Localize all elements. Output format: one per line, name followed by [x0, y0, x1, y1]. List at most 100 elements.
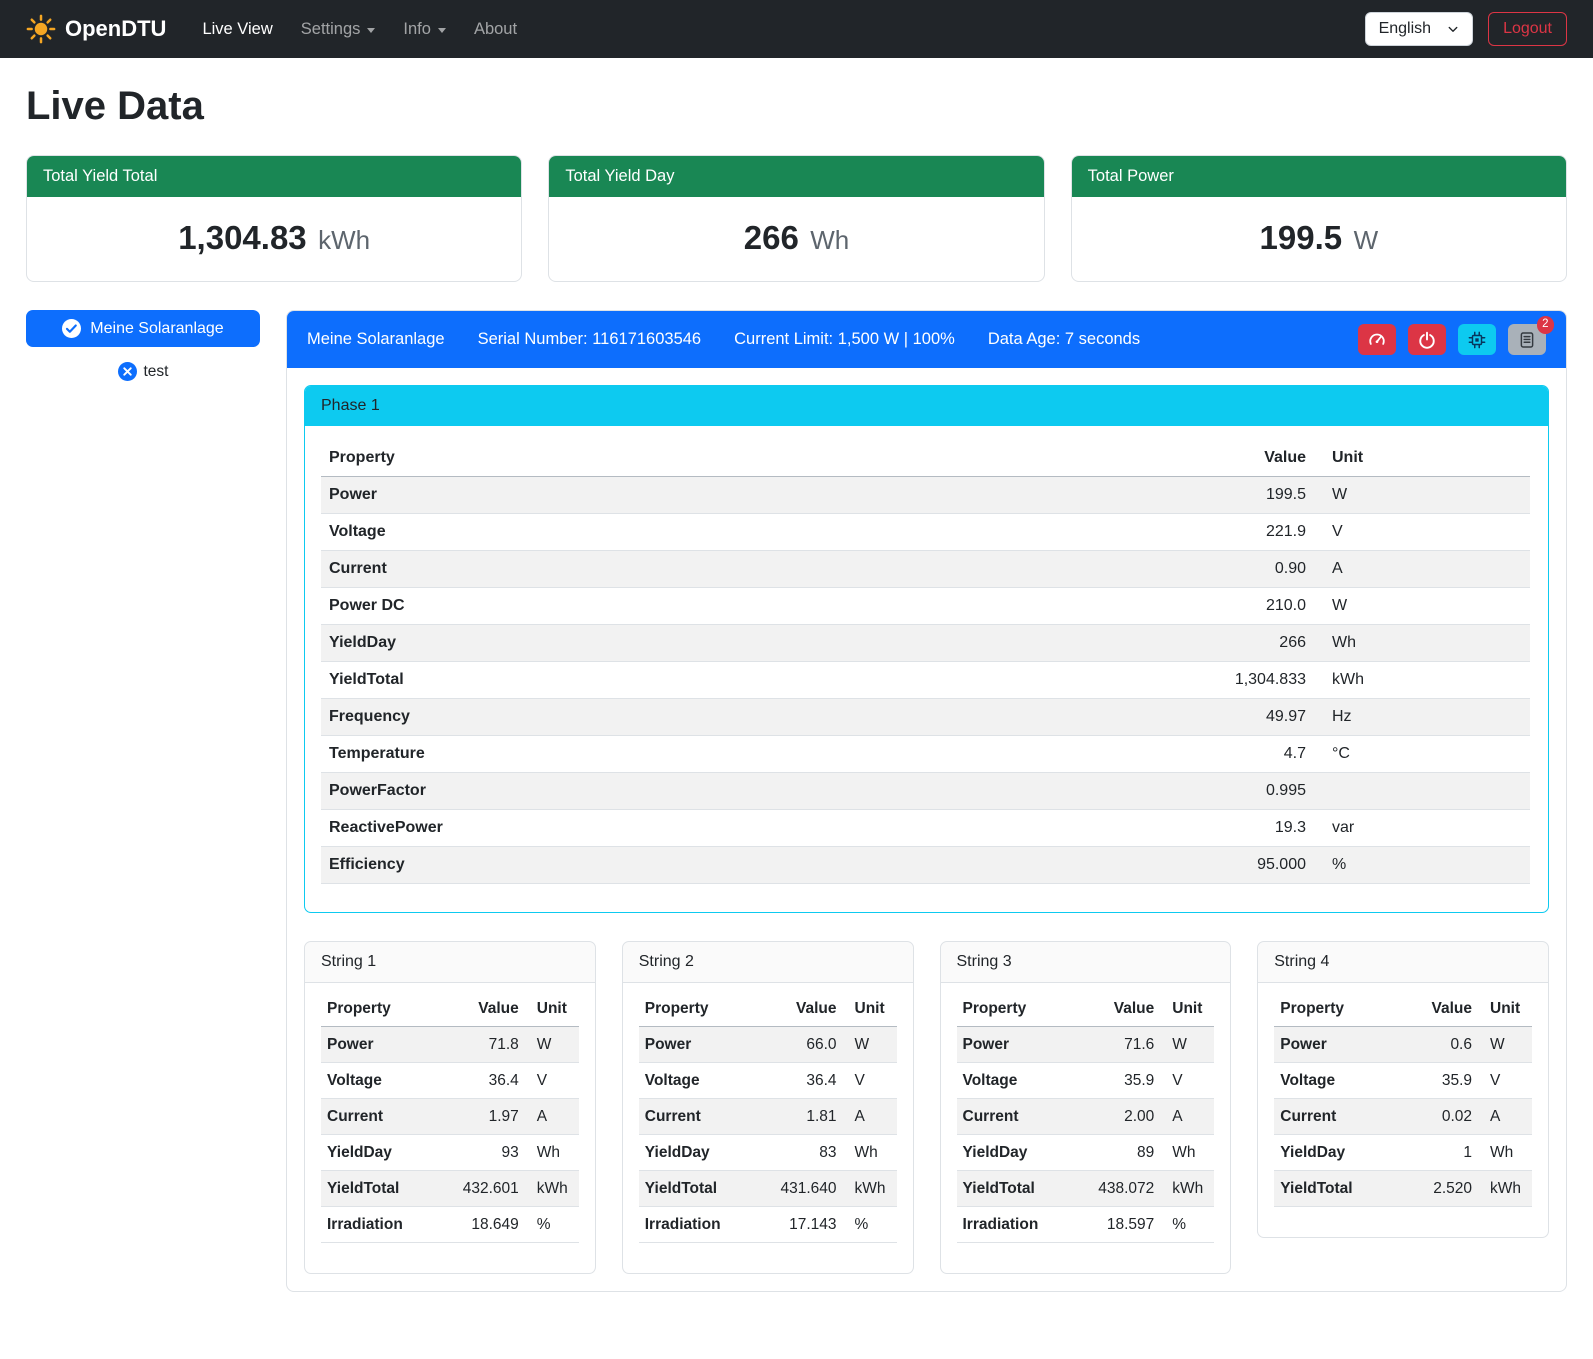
- x-circle-icon: [118, 362, 137, 381]
- gauge-icon: [1368, 331, 1386, 349]
- column-unit: Unit: [1478, 991, 1532, 1027]
- property-cell: YieldTotal: [321, 1171, 436, 1207]
- nav-item-settings-label: Settings: [301, 20, 361, 39]
- property-cell: Voltage: [1274, 1063, 1400, 1099]
- summary-card-value: 266: [744, 219, 799, 256]
- string-card-title: String 1: [305, 942, 595, 983]
- value-cell: 432.601: [436, 1171, 525, 1207]
- string-card-4: String 4 Property Value Unit: [1257, 941, 1549, 1238]
- nav-item-about[interactable]: About: [460, 11, 531, 48]
- property-cell: Voltage: [321, 1063, 436, 1099]
- table-row: YieldDay93Wh: [321, 1135, 579, 1171]
- unit-cell: Wh: [525, 1135, 579, 1171]
- property-cell: YieldTotal: [1274, 1171, 1400, 1207]
- unit-cell: %: [1160, 1207, 1214, 1243]
- inverter-item-test[interactable]: test: [26, 362, 260, 381]
- table-row: Current0.02A: [1274, 1099, 1532, 1135]
- property-cell: Power: [1274, 1027, 1400, 1063]
- power-icon: [1418, 331, 1436, 349]
- brand-link[interactable]: OpenDTU: [26, 14, 166, 44]
- property-cell: Current: [957, 1099, 1072, 1135]
- property-cell: Temperature: [321, 736, 915, 773]
- property-cell: Voltage: [957, 1063, 1072, 1099]
- property-cell: Frequency: [321, 699, 915, 736]
- table-row: YieldDay83Wh: [639, 1135, 897, 1171]
- inverter-select-button[interactable]: Meine Solaranlage: [26, 310, 260, 347]
- property-cell: Current: [321, 1099, 436, 1135]
- unit-cell: kWh: [1160, 1171, 1214, 1207]
- column-property: Property: [957, 991, 1072, 1027]
- nav-item-info[interactable]: Info: [389, 11, 460, 48]
- string-table: Property Value Unit Power0.6WVoltage35.9…: [1274, 991, 1532, 1207]
- table-row: YieldTotal432.601kWh: [321, 1171, 579, 1207]
- unit-cell: W: [1314, 477, 1530, 514]
- table-row: Irradiation18.597%: [957, 1207, 1215, 1243]
- table-header-row: Property Value Unit: [321, 440, 1530, 477]
- table-row: Current1.81A: [639, 1099, 897, 1135]
- unit-cell: W: [525, 1027, 579, 1063]
- table-row: YieldTotal438.072kWh: [957, 1171, 1215, 1207]
- string-card-2: String 2 Property Value Unit: [622, 941, 914, 1274]
- nav-item-info-label: Info: [403, 20, 431, 39]
- value-cell: 266: [915, 625, 1314, 662]
- column-property: Property: [321, 991, 436, 1027]
- event-log-button[interactable]: 2: [1508, 324, 1546, 355]
- value-cell: 1,304.833: [915, 662, 1314, 699]
- nav-item-settings[interactable]: Settings: [287, 11, 390, 48]
- panel-actions: 2: [1358, 324, 1546, 355]
- table-row: ReactivePower19.3var: [321, 810, 1530, 847]
- value-cell: 36.4: [436, 1063, 525, 1099]
- column-property: Property: [1274, 991, 1400, 1027]
- data-age: Data Age: 7 seconds: [988, 330, 1140, 349]
- unit-cell: A: [1478, 1099, 1532, 1135]
- logout-button[interactable]: Logout: [1488, 12, 1567, 46]
- chevron-down-icon: [438, 28, 446, 33]
- summary-card-unit: Wh: [810, 225, 849, 255]
- nav-item-live-view[interactable]: Live View: [188, 11, 286, 48]
- property-cell: Power: [957, 1027, 1072, 1063]
- unit-cell: W: [843, 1027, 897, 1063]
- power-button[interactable]: [1408, 324, 1446, 355]
- current-limit: Current Limit: 1,500 W | 100%: [734, 330, 955, 349]
- summary-card-value: 1,304.83: [178, 219, 306, 256]
- event-count-badge: 2: [1537, 316, 1554, 334]
- table-row: YieldTotal431.640kWh: [639, 1171, 897, 1207]
- property-cell: Voltage: [639, 1063, 754, 1099]
- unit-cell: Wh: [843, 1135, 897, 1171]
- value-cell: 4.7: [915, 736, 1314, 773]
- device-info-button[interactable]: [1458, 324, 1496, 355]
- unit-cell: W: [1314, 588, 1530, 625]
- language-select[interactable]: English: [1365, 12, 1473, 46]
- brand-label: OpenDTU: [65, 16, 166, 42]
- column-unit: Unit: [1160, 991, 1214, 1027]
- value-cell: 2.520: [1400, 1171, 1478, 1207]
- value-cell: 0.6: [1400, 1027, 1478, 1063]
- column-unit: Unit: [525, 991, 579, 1027]
- table-row: YieldTotal1,304.833kWh: [321, 662, 1530, 699]
- table-row: Power0.6W: [1274, 1027, 1532, 1063]
- table-row: Power71.6W: [957, 1027, 1215, 1063]
- table-row: YieldDay266Wh: [321, 625, 1530, 662]
- inverter-panel-header: Meine Solaranlage Serial Number: 1161716…: [287, 311, 1566, 368]
- string-table: Property Value Unit Power71.6WVoltage35.…: [957, 991, 1215, 1243]
- unit-cell: V: [1160, 1063, 1214, 1099]
- value-cell: 17.143: [754, 1207, 843, 1243]
- property-cell: Current: [321, 551, 915, 588]
- property-cell: YieldDay: [639, 1135, 754, 1171]
- property-cell: YieldTotal: [321, 662, 915, 699]
- string-card-title: String 2: [623, 942, 913, 983]
- table-row: Irradiation18.649%: [321, 1207, 579, 1243]
- summary-card-value: 199.5: [1260, 219, 1343, 256]
- value-cell: 438.072: [1071, 1171, 1160, 1207]
- unit-cell: %: [525, 1207, 579, 1243]
- table-row: Current2.00A: [957, 1099, 1215, 1135]
- value-cell: 35.9: [1071, 1063, 1160, 1099]
- table-header-row: Property Value Unit: [321, 991, 579, 1027]
- table-header-row: Property Value Unit: [639, 991, 897, 1027]
- property-cell: Irradiation: [957, 1207, 1072, 1243]
- limit-settings-button[interactable]: [1358, 324, 1396, 355]
- value-cell: 36.4: [754, 1063, 843, 1099]
- value-cell: 71.8: [436, 1027, 525, 1063]
- string-card-1: String 1 Property Value Unit: [304, 941, 596, 1274]
- value-cell: 49.97: [915, 699, 1314, 736]
